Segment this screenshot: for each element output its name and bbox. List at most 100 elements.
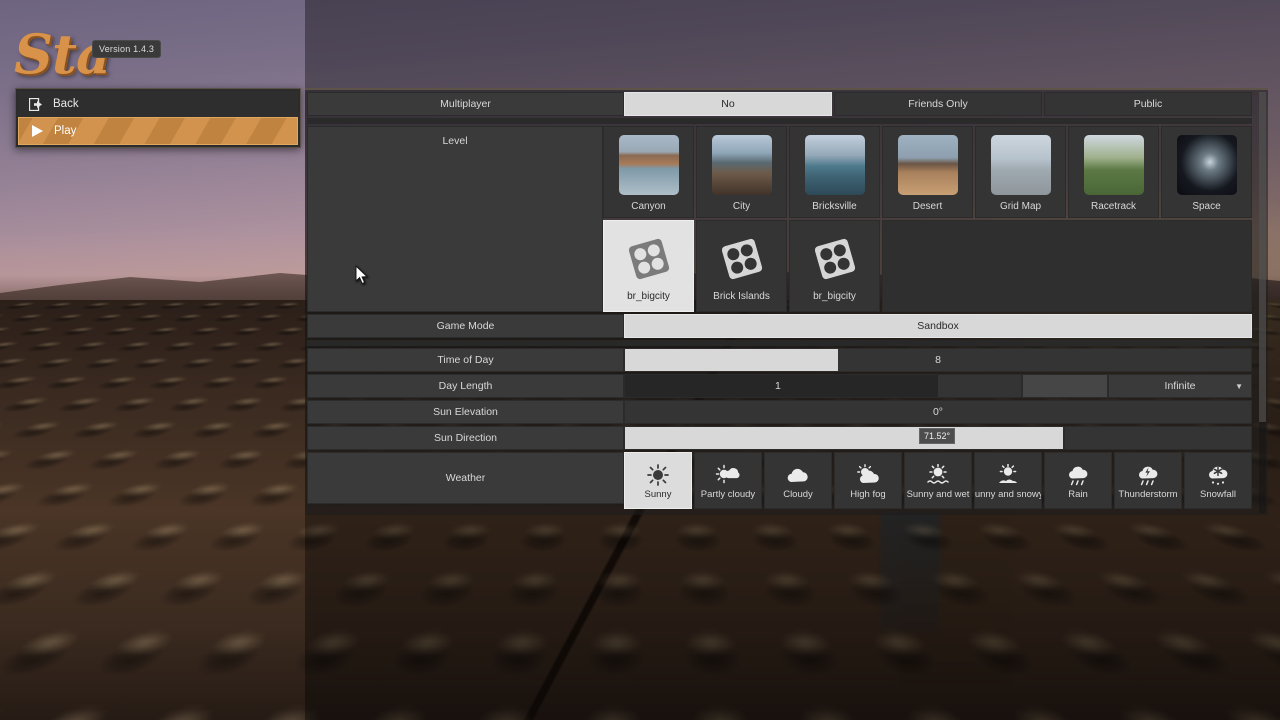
game-mode-options: Sandbox: [624, 314, 1252, 338]
multiplayer-option-public[interactable]: Public: [1044, 92, 1252, 116]
level-name-city: City: [732, 200, 751, 212]
label-weather: Weather: [307, 452, 624, 504]
label-weather-text: Weather: [445, 472, 486, 484]
level-row-2-empty: [882, 220, 1252, 312]
back-arrow-icon: [28, 96, 44, 112]
level-tile-city[interactable]: City: [696, 126, 787, 218]
day-length-slider-handle[interactable]: [1022, 374, 1108, 398]
rain-cloud-icon: [1065, 463, 1091, 487]
sun-elevation-value: 0°: [932, 406, 944, 418]
multiplayer-options: No Friends Only Public: [624, 92, 1252, 116]
brick-icon: [716, 233, 768, 285]
weather-name-sunny-and-snowy: Sunny and snowy: [974, 488, 1042, 500]
label-game-mode: Game Mode: [307, 314, 624, 338]
mouse-cursor: [355, 265, 369, 285]
play-triangle-icon: [29, 123, 45, 139]
weather-option-thunderstorm[interactable]: Thunderstorm: [1114, 452, 1182, 509]
label-day-length: Day Length: [307, 374, 624, 398]
time-of-day-value: 8: [935, 354, 941, 366]
level-thumb-space: [1176, 134, 1237, 195]
level-thumb-desert: [897, 134, 958, 195]
day-length-slider[interactable]: 1: [624, 374, 1022, 398]
version-badge: Version 1.4.3: [92, 40, 162, 58]
weather-name-sunny: Sunny: [644, 488, 672, 500]
weather-name-snowfall: Snowfall: [1200, 488, 1236, 500]
menu-item-play-label: Play: [54, 125, 77, 137]
row-multiplayer: Multiplayer No Friends Only Public: [307, 92, 1252, 116]
sun-icon: [645, 463, 671, 487]
level-name-canyon: Canyon: [631, 200, 666, 212]
snow-cloud-icon: [1205, 463, 1231, 487]
sun-snow-icon: [995, 463, 1021, 487]
weather-option-snowfall[interactable]: Snowfall: [1184, 452, 1252, 509]
panel-scrollbar-thumb[interactable]: [1259, 92, 1266, 422]
multiplayer-option-friends-only[interactable]: Friends Only: [834, 92, 1042, 116]
cloud-icon: [785, 463, 811, 487]
menu-item-back[interactable]: Back: [18, 91, 298, 117]
chevron-down-icon: ▼: [1235, 381, 1243, 391]
sun-waves-icon: [925, 463, 951, 487]
game-mode-value[interactable]: Sandbox: [624, 314, 1252, 338]
time-of-day-slider[interactable]: 8: [624, 348, 1252, 372]
sun-direction-track-remainder[interactable]: [1064, 426, 1252, 450]
level-tile-brick-islands[interactable]: Brick Islands: [696, 220, 787, 312]
level-tile-br-bigcity-selected[interactable]: br_bigcity: [603, 220, 694, 312]
level-tile-desert[interactable]: Desert: [882, 126, 973, 218]
row-weather: Weather Sunny Partly cloudy Cloudy High …: [307, 452, 1252, 509]
weather-option-rain[interactable]: Rain: [1044, 452, 1112, 509]
label-sun-direction: Sun Direction: [307, 426, 624, 450]
level-tile-space[interactable]: Space: [1161, 126, 1252, 218]
level-name-grid-map: Grid Map: [999, 200, 1042, 212]
day-length-dropdown-value: Infinite: [1164, 380, 1196, 392]
row-level: Level Canyon City Bricksville Desert Gri…: [307, 126, 1252, 312]
section-divider-1: [307, 118, 1252, 124]
label-level: Level: [307, 126, 603, 312]
weather-name-high-fog: High fog: [850, 488, 886, 500]
level-thumb-grid-map: [990, 134, 1051, 195]
weather-name-partly-cloudy: Partly cloudy: [700, 488, 756, 500]
weather-name-rain: Rain: [1068, 488, 1088, 500]
level-thumb-bricksville: [804, 134, 865, 195]
weather-option-sunny[interactable]: Sunny: [624, 452, 692, 509]
game-menu-screen: Sta Version 1.4.3 Back Play Multiplayer …: [0, 0, 1280, 720]
multiplayer-option-no[interactable]: No: [624, 92, 832, 116]
row-game-mode: Game Mode Sandbox: [307, 314, 1252, 338]
sun-behind-cloud-icon: [855, 463, 881, 487]
level-row-1: Canyon City Bricksville Desert Grid Map …: [603, 126, 1252, 218]
sun-direction-tooltip: 71.52°: [919, 428, 956, 444]
row-sun-direction: Sun Direction 71.52°: [307, 426, 1252, 450]
sun-cloud-icon: [715, 463, 741, 487]
section-divider-2: [307, 340, 1252, 346]
level-name-br-bigcity-2: br_bigcity: [813, 290, 856, 302]
sun-direction-slider[interactable]: 71.52°: [624, 426, 1064, 450]
level-tile-racetrack[interactable]: Racetrack: [1068, 126, 1159, 218]
weather-option-high-fog[interactable]: High fog: [834, 452, 902, 509]
row-day-length: Day Length 1 Infinite ▼: [307, 374, 1252, 398]
left-menu: Back Play: [15, 88, 301, 148]
weather-option-sunny-and-wet[interactable]: Sunny and wet: [904, 452, 972, 509]
menu-item-play[interactable]: Play: [18, 117, 298, 145]
level-name-space: Space: [1192, 200, 1221, 212]
menu-item-back-label: Back: [53, 98, 79, 110]
weather-option-sunny-and-snowy[interactable]: Sunny and snowy: [974, 452, 1042, 509]
level-tile-canyon[interactable]: Canyon: [603, 126, 694, 218]
level-name-desert: Desert: [912, 200, 943, 212]
level-thumb-racetrack: [1083, 134, 1144, 195]
level-tile-br-bigcity-2[interactable]: br_bigcity: [789, 220, 880, 312]
weather-option-partly-cloudy[interactable]: Partly cloudy: [694, 452, 762, 509]
level-tile-bricksville[interactable]: Bricksville: [789, 126, 880, 218]
weather-name-sunny-and-wet: Sunny and wet: [906, 488, 970, 500]
settings-panel: Multiplayer No Friends Only Public Level…: [305, 88, 1268, 515]
panel-scrollbar[interactable]: [1259, 92, 1266, 513]
row-sun-elevation: Sun Elevation 0°: [307, 400, 1252, 424]
weather-option-cloudy[interactable]: Cloudy: [764, 452, 832, 509]
brick-icon: [809, 233, 861, 285]
level-tile-grid-map[interactable]: Grid Map: [975, 126, 1066, 218]
weather-name-thunderstorm: Thunderstorm: [1118, 488, 1178, 500]
weather-name-cloudy: Cloudy: [783, 488, 813, 500]
sun-elevation-slider[interactable]: 0°: [624, 400, 1252, 424]
label-time-of-day: Time of Day: [307, 348, 624, 372]
level-thumb-city: [711, 134, 772, 195]
day-length-dropdown[interactable]: Infinite ▼: [1108, 374, 1252, 398]
level-thumb-canyon: [618, 134, 679, 195]
